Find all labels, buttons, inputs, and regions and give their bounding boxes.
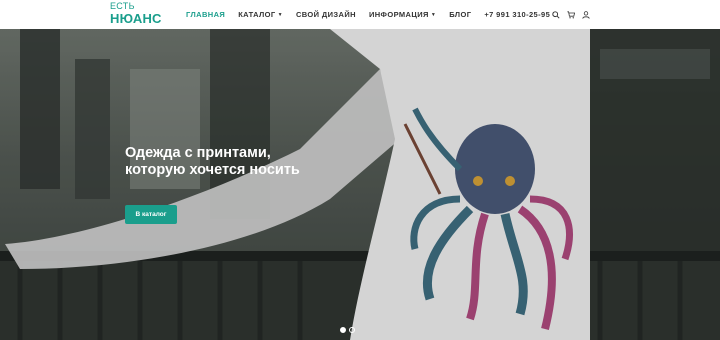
nav-own-design-label: СВОЙ ДИЗАЙН bbox=[295, 10, 356, 19]
logo-line1: ЕСТЬ bbox=[110, 1, 135, 11]
user-icon[interactable] bbox=[582, 10, 590, 19]
header-icons bbox=[552, 0, 590, 29]
nav-phone-label: +7 991 310-25-95 bbox=[484, 10, 551, 19]
search-icon[interactable] bbox=[552, 10, 560, 19]
logo-line2: НЮАНС bbox=[110, 11, 162, 26]
logo[interactable]: ЕСТЬ НЮАНС bbox=[110, 1, 162, 26]
nav-info[interactable]: ИНФОРМАЦИЯ ▼ bbox=[369, 10, 436, 19]
nav-catalog[interactable]: КАТАЛОГ ▼ bbox=[238, 10, 283, 19]
slider-dot-2[interactable] bbox=[349, 327, 355, 333]
nav-blog[interactable]: БЛОГ bbox=[449, 10, 471, 19]
catalog-button[interactable]: В каталог bbox=[125, 205, 177, 224]
nav-home[interactable]: ГЛАВНАЯ bbox=[186, 10, 225, 19]
nav-blog-label: БЛОГ bbox=[449, 10, 472, 19]
nav-own-design[interactable]: СВОЙ ДИЗАЙН bbox=[296, 10, 356, 19]
nav-phone[interactable]: +7 991 310-25-95 bbox=[484, 10, 550, 19]
nav-home-label: ГЛАВНАЯ bbox=[186, 10, 226, 19]
hero-overlay bbox=[0, 29, 720, 340]
hero-banner: Одежда с принтами, которую хочется носит… bbox=[0, 29, 720, 340]
chevron-down-icon: ▼ bbox=[277, 11, 283, 18]
site-header: ЕСТЬ НЮАНС ГЛАВНАЯ КАТАЛОГ ▼ СВОЙ ДИЗАЙН… bbox=[0, 0, 720, 29]
main-nav: ГЛАВНАЯ КАТАЛОГ ▼ СВОЙ ДИЗАЙН ИНФОРМАЦИЯ… bbox=[186, 0, 563, 29]
nav-catalog-label: КАТАЛОГ bbox=[238, 10, 276, 19]
chevron-down-icon: ▼ bbox=[430, 11, 437, 18]
hero-title: Одежда с принтами, которую хочется носит… bbox=[125, 145, 300, 178]
slider-dots bbox=[340, 327, 355, 333]
nav-info-label: ИНФОРМАЦИЯ bbox=[368, 10, 429, 19]
slider-dot-1[interactable] bbox=[340, 327, 346, 333]
cart-icon[interactable] bbox=[567, 10, 575, 19]
